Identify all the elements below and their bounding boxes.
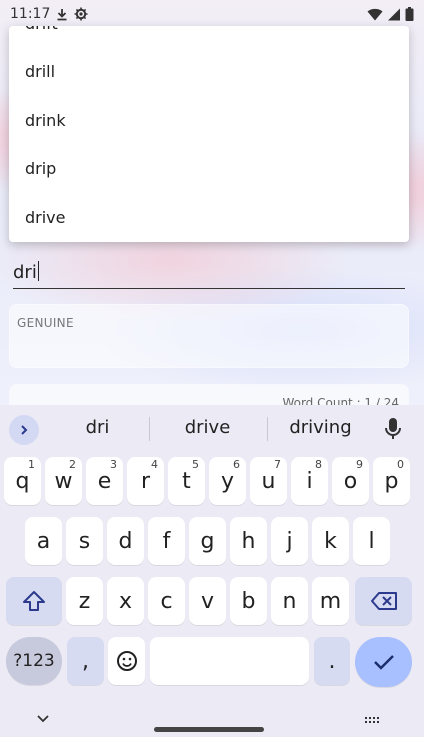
comma-key[interactable]: , <box>67 637 104 685</box>
key-a[interactable]: a <box>25 517 62 565</box>
status-time: 11:17 <box>10 6 51 22</box>
emoji-icon <box>116 651 137 671</box>
backspace-key[interactable] <box>355 577 412 625</box>
chevron-right-icon <box>21 425 28 435</box>
key-m[interactable]: m <box>312 577 349 625</box>
key-u[interactable]: u7 <box>250 457 287 505</box>
suggestion-1[interactable]: dri <box>60 417 135 438</box>
checkmark-icon <box>373 655 394 670</box>
key-g[interactable]: g <box>189 517 226 565</box>
meaning-card: GENUINE <box>9 304 409 368</box>
period-key[interactable]: . <box>314 637 350 685</box>
status-bar: 11:17 <box>0 0 424 28</box>
key-z[interactable]: z <box>66 577 103 625</box>
key-x[interactable]: x <box>107 577 144 625</box>
wifi-icon <box>367 8 383 21</box>
emoji-key[interactable] <box>108 637 145 685</box>
key-i[interactable]: i8 <box>291 457 328 505</box>
suggestion-2[interactable]: drive <box>165 417 250 438</box>
key-r[interactable]: r4 <box>127 457 164 505</box>
navigation-bar <box>0 705 424 737</box>
meaning-label: GENUINE <box>17 316 74 330</box>
autocomplete-item[interactable]: drift <box>9 26 409 48</box>
key-c[interactable]: c <box>148 577 185 625</box>
key-y[interactable]: y6 <box>209 457 246 505</box>
key-d[interactable]: d <box>107 517 144 565</box>
key-s[interactable]: s <box>66 517 103 565</box>
key-h[interactable]: h <box>230 517 267 565</box>
symbols-key[interactable]: ?123 <box>6 637 62 685</box>
autocomplete-item[interactable]: drink <box>9 96 409 145</box>
status-left: 11:17 <box>10 6 88 22</box>
key-b[interactable]: b <box>230 577 267 625</box>
key-q[interactable]: q1 <box>4 457 41 505</box>
key-t[interactable]: t5 <box>168 457 205 505</box>
key-w[interactable]: w2 <box>45 457 82 505</box>
settings-gear-icon <box>74 7 88 21</box>
home-gesture-pill[interactable] <box>154 727 264 732</box>
cell-signal-icon <box>387 8 401 21</box>
key-n[interactable]: n <box>271 577 308 625</box>
shift-icon <box>23 591 45 611</box>
status-right <box>367 7 414 21</box>
autocomplete-item[interactable]: drive <box>9 193 409 242</box>
suggestion-strip: dri drive driving <box>0 405 424 453</box>
key-v[interactable]: v <box>189 577 226 625</box>
suggestion-divider <box>149 417 150 441</box>
space-key[interactable] <box>150 637 309 685</box>
expand-suggestions-button[interactable] <box>9 415 39 445</box>
key-j[interactable]: j <box>271 517 308 565</box>
autocomplete-dropdown: drift drill drink drip drive <box>9 26 409 242</box>
key-f[interactable]: f <box>148 517 185 565</box>
text-caret <box>37 261 40 281</box>
microphone-icon[interactable] <box>384 417 402 445</box>
key-o[interactable]: o9 <box>332 457 369 505</box>
autocomplete-list: drift drill drink drip drive <box>9 26 409 242</box>
word-input-value: dri <box>13 261 40 283</box>
shift-key[interactable] <box>6 577 62 625</box>
key-k[interactable]: k <box>312 517 349 565</box>
battery-icon <box>405 7 414 21</box>
suggestion-3[interactable]: driving <box>278 417 363 438</box>
key-e[interactable]: e3 <box>86 457 123 505</box>
hide-keyboard-chevron-icon[interactable] <box>36 709 50 728</box>
backspace-icon <box>370 592 397 610</box>
autocomplete-item[interactable]: drip <box>9 145 409 194</box>
autocomplete-item[interactable]: drill <box>9 48 409 97</box>
suggestion-divider <box>267 417 268 441</box>
soft-keyboard: dri drive driving q1 w2 e3 r4 t5 y6 u7 i… <box>0 405 424 737</box>
enter-key[interactable] <box>355 637 412 687</box>
keyboard-switch-icon[interactable] <box>364 711 382 730</box>
key-l[interactable]: l <box>353 517 390 565</box>
download-icon <box>56 8 68 21</box>
word-input[interactable]: dri <box>13 256 405 289</box>
key-p[interactable]: p0 <box>373 457 410 505</box>
